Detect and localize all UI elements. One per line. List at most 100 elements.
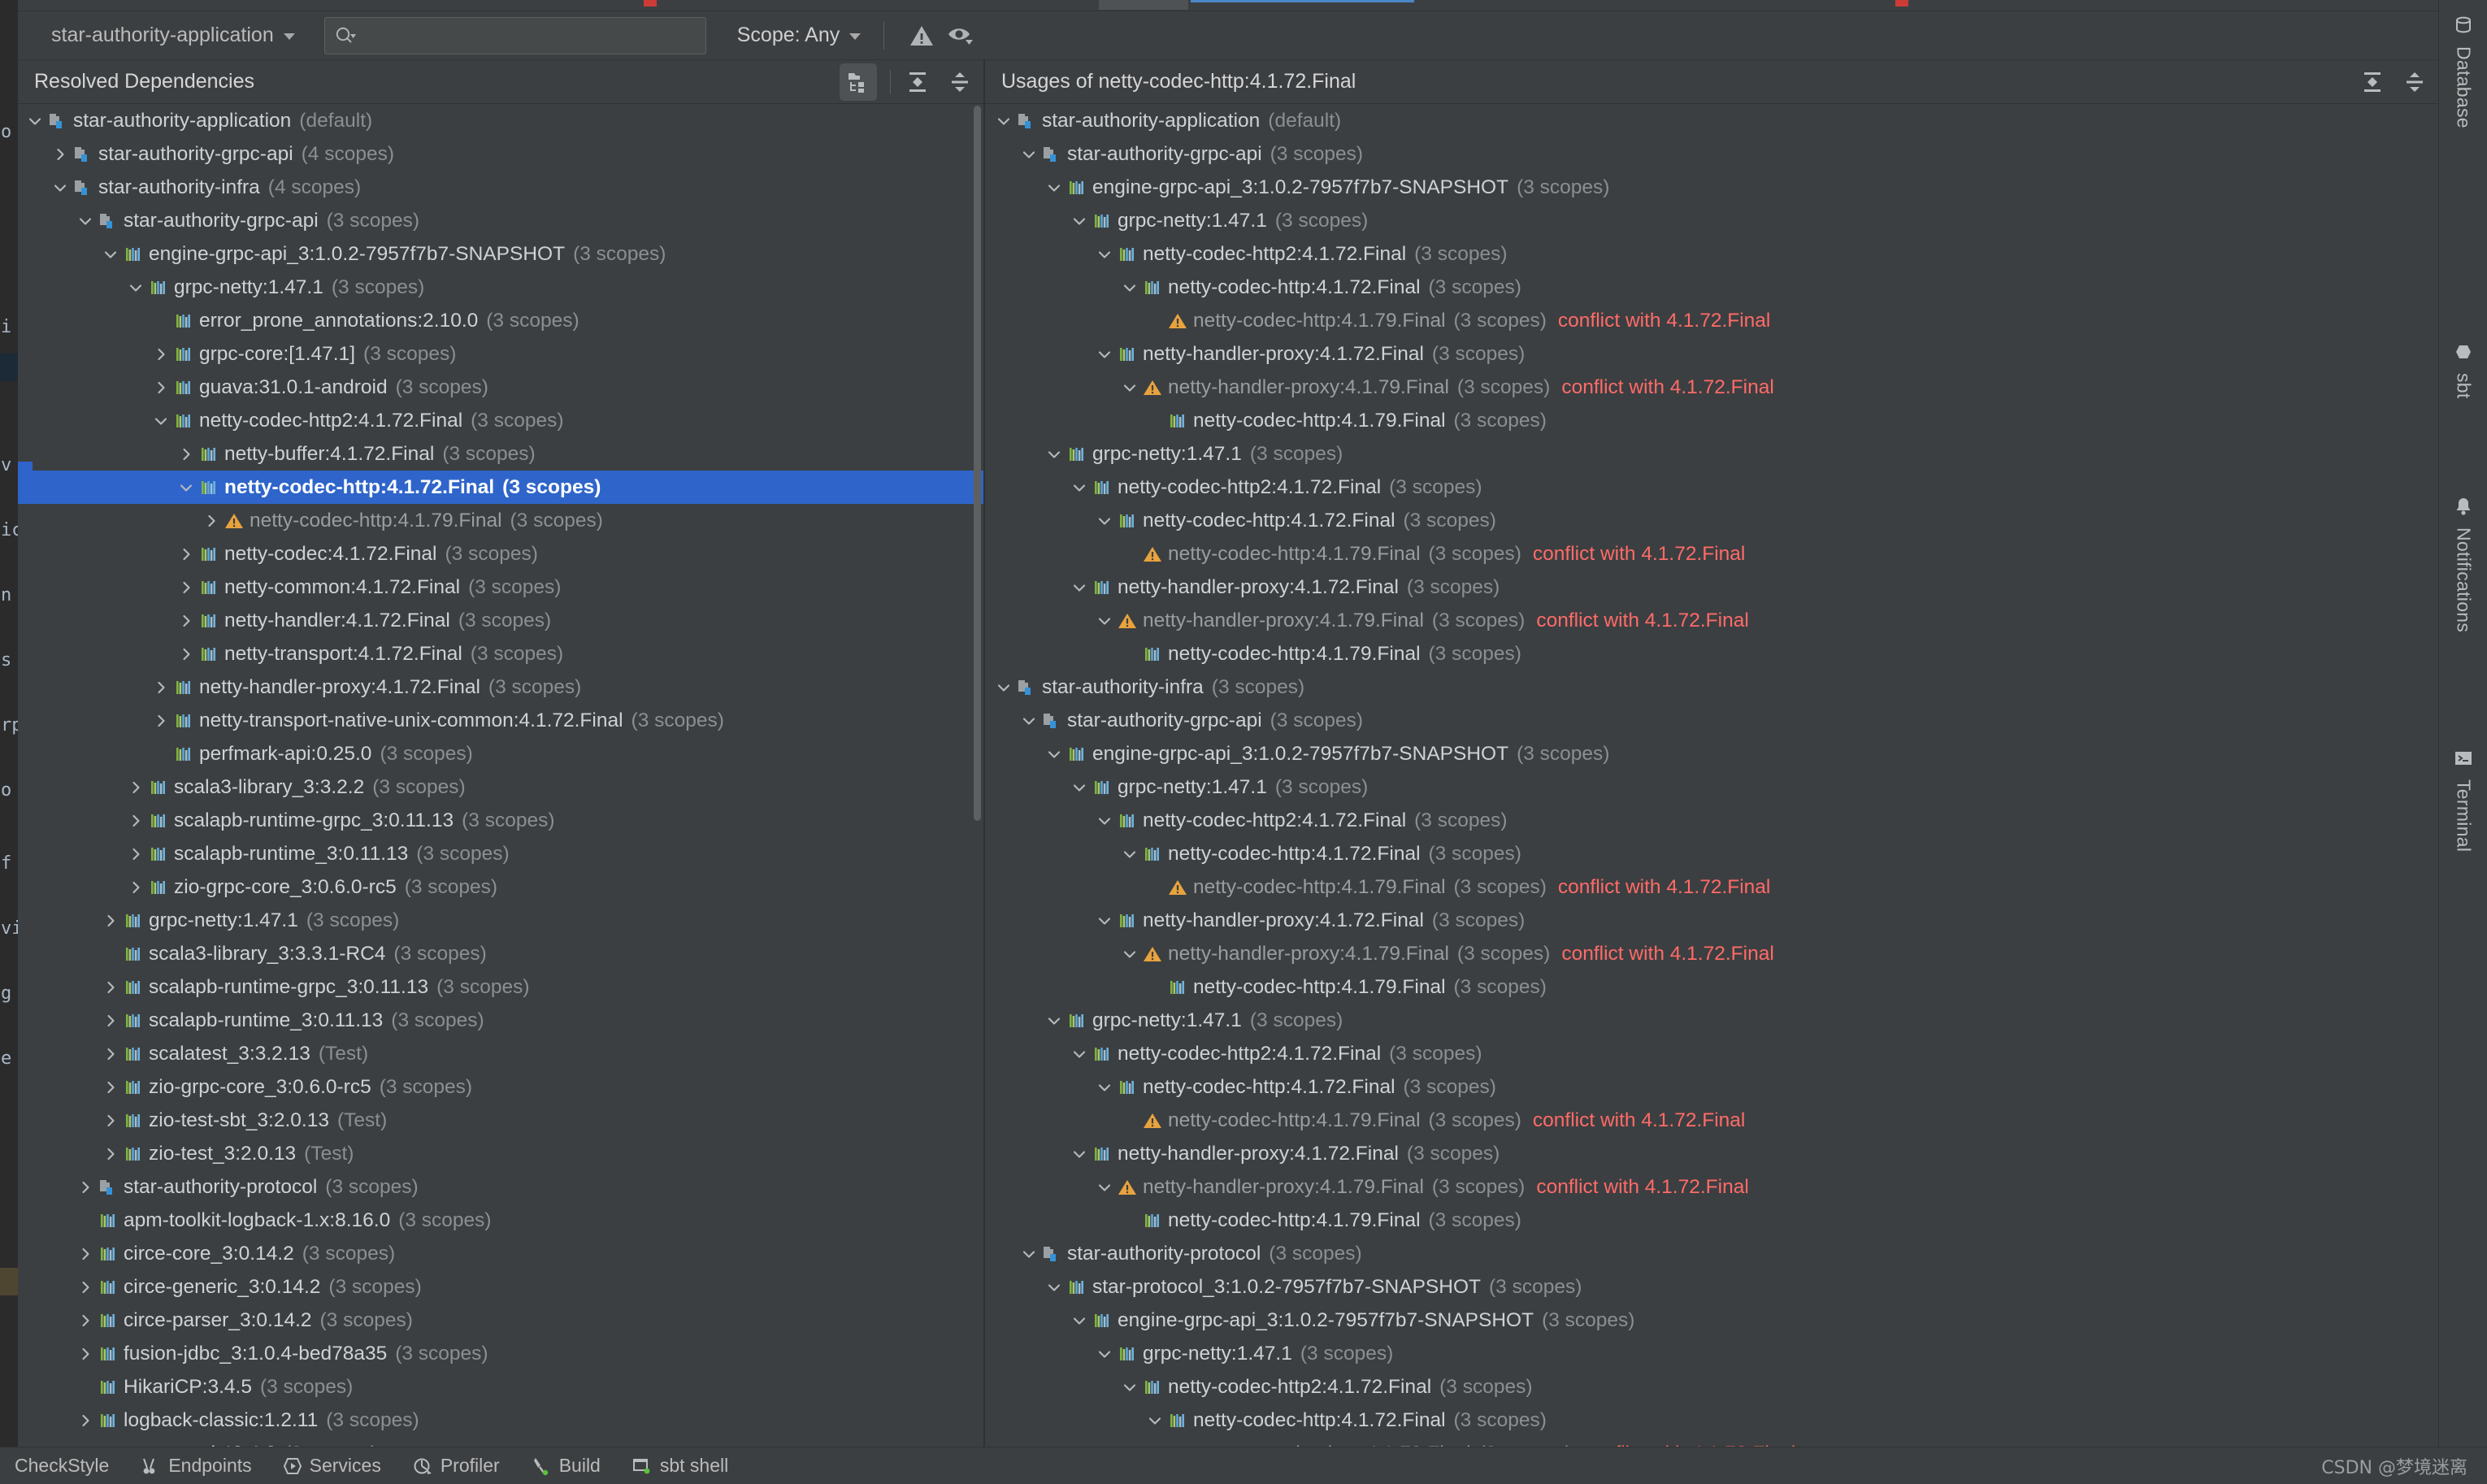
- tree-row[interactable]: grpc-netty:1.47.1 (3 scopes): [18, 904, 983, 937]
- tree-view-icon[interactable]: [840, 63, 877, 101]
- usages-tree[interactable]: star-authority-application (default) star-…: [987, 104, 2438, 1447]
- chevron-down-icon[interactable]: [1094, 512, 1115, 530]
- tree-row[interactable]: grpc-netty:1.47.1 (3 scopes): [18, 271, 983, 304]
- chevron-right-icon[interactable]: [150, 679, 171, 696]
- tree-row[interactable]: netty-handler-proxy:4.1.72.Final (3 scope…: [987, 904, 2438, 937]
- chevron-right-icon[interactable]: [125, 879, 146, 896]
- chevron-right-icon[interactable]: [150, 712, 171, 730]
- tree-row[interactable]: grpc-core:[1.47.1] (3 scopes): [18, 337, 983, 371]
- tree-row[interactable]: netty-codec-http:4.1.79.Final(3 scopes)c…: [987, 1437, 2438, 1447]
- tree-row[interactable]: netty-handler-proxy:4.1.79.Final (3 scope…: [987, 937, 2438, 970]
- warning-triangle-icon[interactable]: [902, 16, 941, 55]
- chevron-down-icon[interactable]: [1044, 1012, 1065, 1030]
- chevron-down-icon[interactable]: [1018, 1245, 1040, 1263]
- status-item-sbt-shell[interactable]: sbt shell: [628, 1450, 731, 1482]
- tree-row[interactable]: netty-handler-proxy:4.1.79.Final (3 scope…: [987, 604, 2438, 637]
- tree-row[interactable]: netty-codec-http:4.1.72.Final (3 scopes): [18, 471, 983, 504]
- chevron-right-icon[interactable]: [125, 845, 146, 863]
- tree-row[interactable]: scalapb-runtime_3:0.11.13 (3 scopes): [18, 1004, 983, 1037]
- chevron-down-icon[interactable]: [1094, 812, 1115, 830]
- tree-row[interactable]: netty-buffer:4.1.72.Final (3 scopes): [18, 437, 983, 471]
- tree-row[interactable]: netty-codec-http:4.1.72.Final (3 scopes): [987, 271, 2438, 304]
- tree-row[interactable]: netty-codec-http:4.1.79.Final (3 scopes): [18, 504, 983, 537]
- tree-row[interactable]: scalatest_3:3.2.13 (Test): [18, 1037, 983, 1070]
- chevron-down-icon[interactable]: [1119, 1378, 1140, 1396]
- chevron-right-icon[interactable]: [100, 912, 121, 930]
- tree-row[interactable]: netty-codec-http:4.1.72.Final (3 scopes): [987, 837, 2438, 870]
- tree-row[interactable]: zio-grpc-core_3:0.6.0-rc5 (3 scopes): [18, 1070, 983, 1104]
- tool-window-button-sbt[interactable]: sbt: [2439, 341, 2487, 399]
- chevron-down-icon[interactable]: [176, 479, 197, 497]
- tree-row[interactable]: star-authority-protocol (3 scopes): [987, 1237, 2438, 1270]
- tree-row[interactable]: star-authority-protocol (3 scopes): [18, 1170, 983, 1204]
- chevron-right-icon[interactable]: [125, 812, 146, 830]
- chevron-right-icon[interactable]: [100, 1112, 121, 1130]
- tree-row[interactable]: zio-test-sbt_3:2.0.13 (Test): [18, 1104, 983, 1137]
- tree-row[interactable]: star-authority-infra (3 scopes): [987, 670, 2438, 704]
- tree-row[interactable]: netty-transport:4.1.72.Final (3 scopes): [18, 637, 983, 670]
- tree-row[interactable]: scala3-library_3:3.2.2 (3 scopes): [18, 770, 983, 804]
- tree-row[interactable]: netty-codec-http:4.1.79.Final(3 scopes)c…: [987, 304, 2438, 337]
- tree-row[interactable]: scalapb-runtime-grpc_3:0.11.13 (3 scopes): [18, 804, 983, 837]
- scrollbar-thumb[interactable]: [974, 106, 981, 821]
- chevron-right-icon[interactable]: [100, 1012, 121, 1030]
- tree-row[interactable]: logback-classic:1.2.11 (3 scopes): [18, 1404, 983, 1437]
- chevron-right-icon[interactable]: [100, 1145, 121, 1163]
- chevron-right-icon[interactable]: [75, 1345, 96, 1363]
- chevron-down-icon[interactable]: [1044, 1278, 1065, 1296]
- search-input[interactable]: [360, 24, 697, 46]
- tree-row[interactable]: error_prone_annotations:2.10.0 (3 scopes): [18, 304, 983, 337]
- chevron-down-icon[interactable]: [1094, 1078, 1115, 1096]
- tree-row[interactable]: netty-handler-proxy:4.1.72.Final (3 scope…: [18, 670, 983, 704]
- resolved-dependencies-tree[interactable]: star-authority-application (default) star-…: [18, 104, 983, 1447]
- tree-row[interactable]: netty-codec:4.1.72.Final (3 scopes): [18, 537, 983, 571]
- tool-window-button-terminal[interactable]: Terminal: [2439, 748, 2487, 852]
- tree-row[interactable]: netty-handler-proxy:4.1.72.Final (3 scope…: [987, 571, 2438, 604]
- chevron-right-icon[interactable]: [176, 545, 197, 563]
- chevron-down-icon[interactable]: [1119, 379, 1140, 397]
- tree-row[interactable]: grpc-netty:1.47.1 (3 scopes): [987, 1337, 2438, 1370]
- chevron-right-icon[interactable]: [176, 612, 197, 630]
- chevron-right-icon[interactable]: [176, 645, 197, 663]
- chevron-down-icon[interactable]: [125, 279, 146, 297]
- chevron-down-icon[interactable]: [1044, 179, 1065, 197]
- chevron-down-icon[interactable]: [100, 245, 121, 263]
- tree-row[interactable]: HikariCP:3.4.5 (3 scopes): [18, 1370, 983, 1404]
- chevron-right-icon[interactable]: [100, 1045, 121, 1063]
- tool-window-button-database[interactable]: Database: [2439, 15, 2487, 128]
- chevron-down-icon[interactable]: [1069, 212, 1090, 230]
- collapse-all-icon[interactable]: [941, 63, 979, 101]
- chevron-down-icon[interactable]: [1119, 279, 1140, 297]
- chevron-down-icon[interactable]: [1069, 1045, 1090, 1063]
- tree-row[interactable]: grpc-netty:1.47.1 (3 scopes): [987, 437, 2438, 471]
- chevron-down-icon[interactable]: [1094, 1345, 1115, 1363]
- tree-row[interactable]: grpc-netty:1.47.1 (3 scopes): [987, 770, 2438, 804]
- tree-row[interactable]: netty-codec-http2:4.1.72.Final (3 scopes): [987, 471, 2438, 504]
- chevron-right-icon[interactable]: [75, 1178, 96, 1196]
- chevron-down-icon[interactable]: [1144, 1412, 1165, 1430]
- tree-row[interactable]: netty-codec-http2:4.1.72.Final (3 scopes): [18, 404, 983, 437]
- chevron-down-icon[interactable]: [1119, 845, 1140, 863]
- tree-row[interactable]: star-authority-application (default): [18, 104, 983, 137]
- tree-row[interactable]: netty-codec-http:4.1.72.Final (3 scopes): [987, 504, 2438, 537]
- chevron-down-icon[interactable]: [1094, 345, 1115, 363]
- scope-selector[interactable]: Scope: Any: [732, 18, 866, 54]
- tree-row[interactable]: netty-codec-http2:4.1.72.Final (3 scopes): [987, 237, 2438, 271]
- tree-row[interactable]: netty-handler-proxy:4.1.79.Final (3 scope…: [987, 371, 2438, 404]
- tree-row[interactable]: circe-generic_3:0.14.2 (3 scopes): [18, 1270, 983, 1304]
- expand-all-icon[interactable]: [899, 63, 936, 101]
- tree-row[interactable]: netty-codec-http:4.1.79.Final (3 scopes): [987, 970, 2438, 1004]
- chevron-down-icon[interactable]: [1069, 1312, 1090, 1330]
- chevron-down-icon[interactable]: [1119, 945, 1140, 963]
- panel-divider[interactable]: [983, 60, 985, 1447]
- chevron-down-icon[interactable]: [1094, 612, 1115, 630]
- chevron-right-icon[interactable]: [75, 1245, 96, 1263]
- chevron-down-icon[interactable]: [1094, 245, 1115, 263]
- chevron-down-icon[interactable]: [75, 212, 96, 230]
- chevron-right-icon[interactable]: [176, 445, 197, 463]
- chevron-down-icon[interactable]: [1044, 445, 1065, 463]
- tree-row[interactable]: netty-codec-http:4.1.72.Final (3 scopes): [987, 1070, 2438, 1104]
- tree-row[interactable]: netty-handler:4.1.72.Final (3 scopes): [18, 604, 983, 637]
- chevron-down-icon[interactable]: [1094, 1178, 1115, 1196]
- chevron-down-icon[interactable]: [24, 112, 46, 130]
